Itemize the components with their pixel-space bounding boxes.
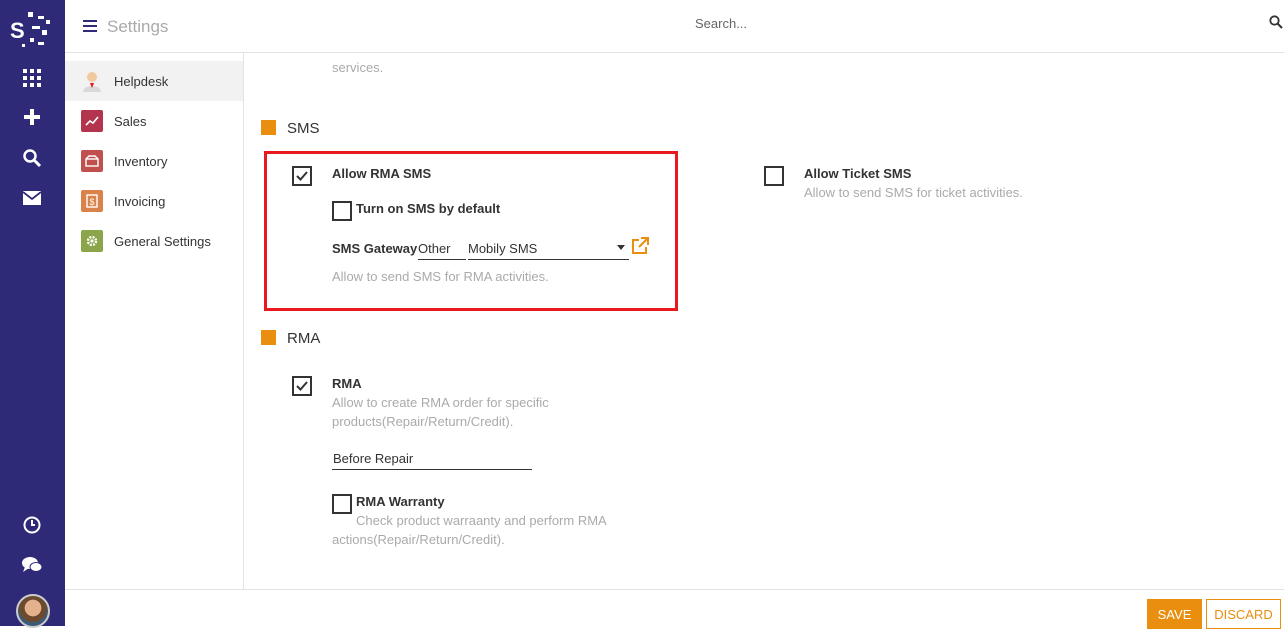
- sidebar-item-label: General Settings: [114, 233, 211, 249]
- highlight-box: [264, 151, 678, 311]
- section-marker: [261, 330, 276, 345]
- sidebar-item-label: Helpdesk: [114, 73, 169, 89]
- rma-help-line2: products(Repair/Return/Credit).: [332, 414, 514, 429]
- rma-warranty-label: RMA Warranty: [356, 494, 445, 509]
- inventory-box-icon: [81, 150, 103, 172]
- section-title-sms: SMS: [287, 120, 320, 137]
- app-rail: S: [0, 0, 65, 628]
- sms-gateway-label: SMS Gateway: [332, 241, 418, 256]
- rma-warranty-help-line1: Check product warraanty and perform RMA: [356, 513, 607, 528]
- mail-icon[interactable]: [20, 186, 44, 210]
- sms-gateway-provider-select[interactable]: Mobily SMS: [468, 241, 629, 260]
- settings-sidebar: Helpdesk Sales Inventory $ Invoicing Gen…: [65, 53, 244, 626]
- clock-icon[interactable]: [20, 513, 44, 537]
- turn-on-sms-default-checkbox[interactable]: [332, 201, 352, 221]
- hamburger-menu-icon[interactable]: [83, 20, 97, 32]
- rma-label: RMA: [332, 376, 362, 391]
- chevron-down-icon[interactable]: [617, 245, 625, 250]
- search-icon[interactable]: [20, 146, 44, 170]
- helpdesk-user-icon: [81, 70, 103, 92]
- turn-on-sms-default-label: Turn on SMS by default: [356, 201, 501, 216]
- svg-text:S: S: [10, 18, 25, 43]
- invoice-icon: $: [81, 190, 103, 212]
- sidebar-item-label: Inventory: [114, 153, 168, 169]
- top-bar: Settings: [65, 0, 1284, 53]
- sidebar-item-invoicing[interactable]: $ Invoicing: [65, 181, 243, 221]
- action-footer: SAVE DISCARD: [65, 589, 1284, 629]
- search-icon[interactable]: [1269, 15, 1283, 29]
- sidebar-item-general-settings[interactable]: General Settings: [65, 221, 243, 261]
- section-marker: [261, 120, 276, 135]
- allow-rma-sms-label: Allow RMA SMS: [332, 166, 432, 181]
- sidebar-item-helpdesk[interactable]: Helpdesk: [65, 61, 243, 101]
- allow-ticket-sms-checkbox[interactable]: [764, 166, 784, 186]
- sidebar-item-inventory[interactable]: Inventory: [65, 141, 243, 181]
- discard-button[interactable]: DISCARD: [1206, 599, 1281, 629]
- allow-ticket-sms-label: Allow Ticket SMS: [804, 166, 912, 181]
- plus-icon[interactable]: [20, 105, 44, 129]
- allow-rma-sms-checkbox[interactable]: [292, 166, 312, 186]
- sales-chart-icon: [81, 110, 103, 132]
- external-link-icon[interactable]: [631, 237, 649, 255]
- apps-grid-icon[interactable]: [20, 66, 44, 90]
- gear-icon: [81, 230, 103, 252]
- app-logo-icon[interactable]: S: [8, 8, 58, 52]
- user-avatar[interactable]: [16, 594, 50, 628]
- chat-icon[interactable]: [20, 553, 44, 577]
- sms-gateway-type-field[interactable]: Other: [418, 241, 466, 260]
- rma-warranty-checkbox[interactable]: [332, 494, 352, 514]
- truncated-help-text: services.: [332, 60, 384, 75]
- rma-help-line1: Allow to create RMA order for specific: [332, 395, 549, 410]
- section-title-rma: RMA: [287, 330, 321, 347]
- sidebar-item-sales[interactable]: Sales: [65, 101, 243, 141]
- rma-checkbox[interactable]: [292, 376, 312, 396]
- ticket-sms-help-text: Allow to send SMS for ticket activities.: [804, 185, 1023, 200]
- svg-text:$: $: [90, 197, 95, 207]
- rma-warranty-help-line2: actions(Repair/Return/Credit).: [332, 532, 505, 547]
- search-input[interactable]: [695, 12, 1255, 34]
- page-title: Settings: [107, 17, 169, 36]
- rma-sms-help-text: Allow to send SMS for RMA activities.: [332, 269, 549, 284]
- sidebar-item-label: Invoicing: [114, 193, 166, 209]
- save-button[interactable]: SAVE: [1147, 599, 1202, 629]
- sidebar-item-label: Sales: [114, 113, 147, 129]
- settings-content: services. SMS Allow RMA SMS Turn on SMS …: [244, 53, 1284, 589]
- rma-stage-field[interactable]: Before Repair: [332, 451, 532, 470]
